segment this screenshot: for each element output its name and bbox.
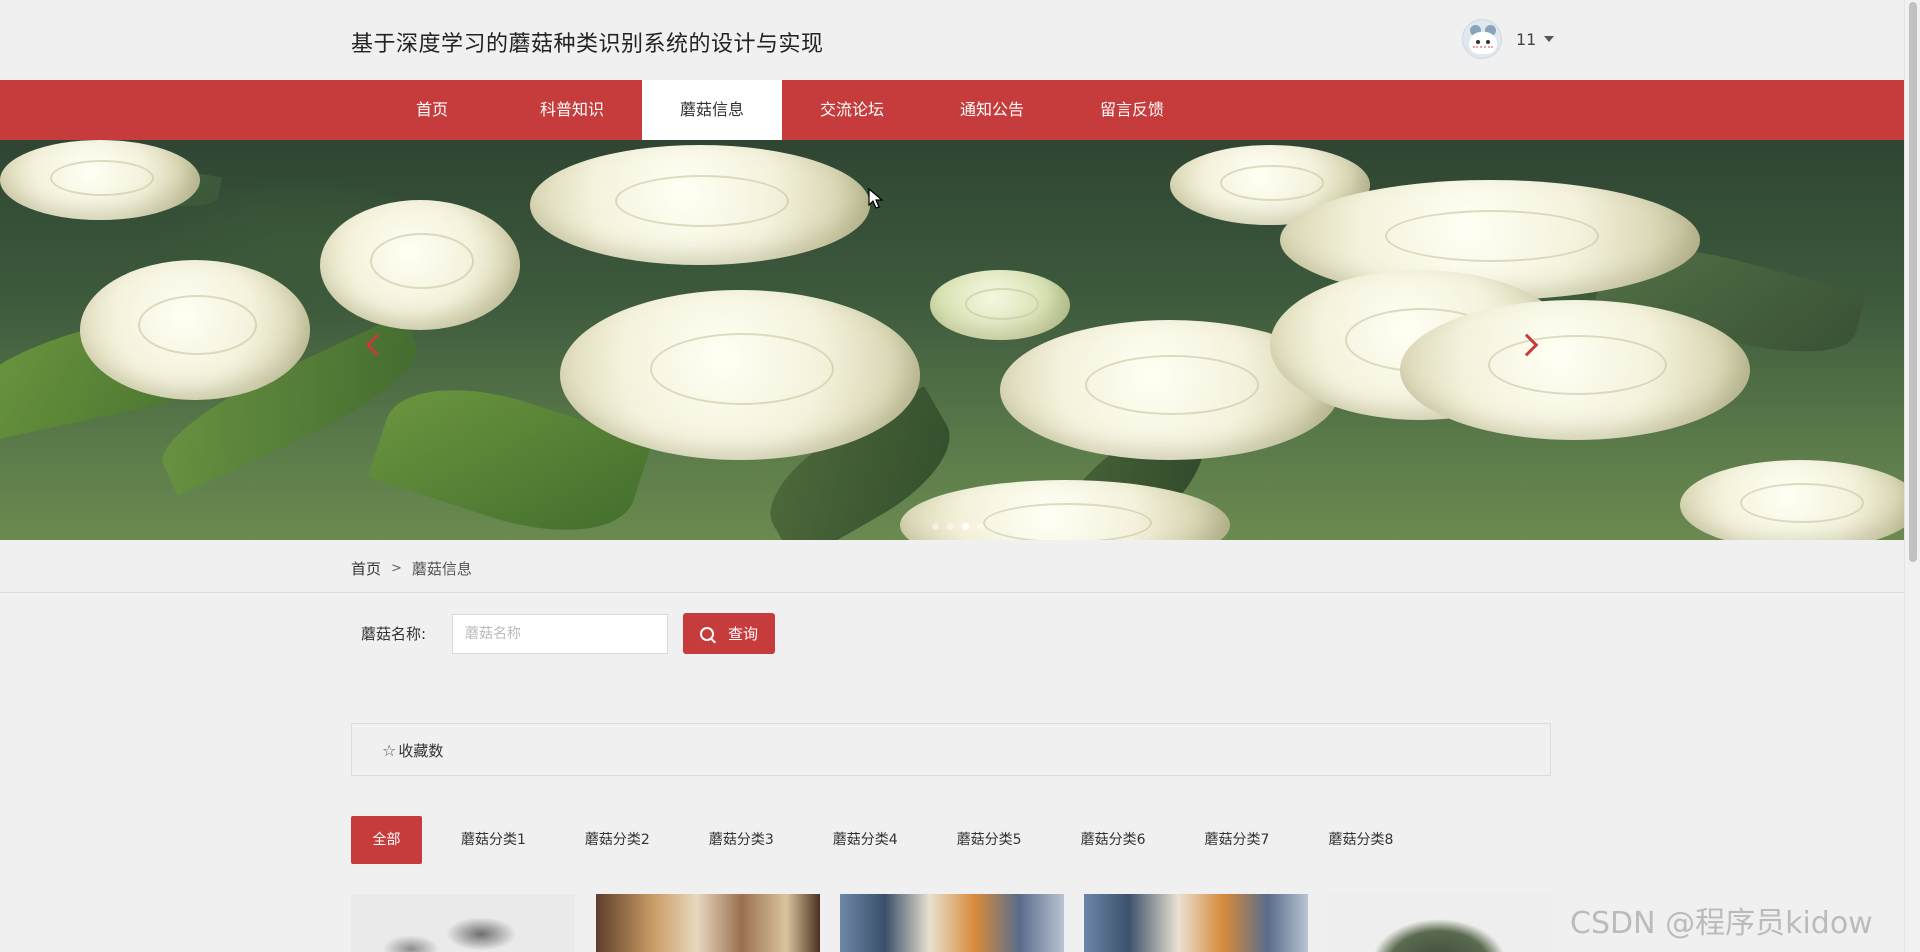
- sort-label: 收藏数: [398, 742, 444, 760]
- category-item[interactable]: 蘑菇分类8: [1308, 816, 1413, 864]
- nav-item-feedback[interactable]: 留言反馈: [1062, 80, 1202, 140]
- category-all[interactable]: 全部: [351, 816, 422, 864]
- category-item[interactable]: 蘑菇分类1: [441, 816, 546, 864]
- category-item[interactable]: 蘑菇分类4: [813, 816, 918, 864]
- nav-item-notice[interactable]: 通知公告: [922, 80, 1062, 140]
- breadcrumb: 首页 > 蘑菇信息: [351, 558, 472, 579]
- mushroom-card-image[interactable]: [1329, 894, 1553, 952]
- banner-carousel[interactable]: [0, 140, 1904, 540]
- site-title: 基于深度学习的蘑菇种类识别系统的设计与实现: [351, 32, 824, 57]
- carousel-dot[interactable]: [977, 523, 984, 530]
- top-header: 基于深度学习的蘑菇种类识别系统的设计与实现 11: [0, 0, 1904, 80]
- search-button-label: 查询: [727, 625, 758, 643]
- mushroom-card-image[interactable]: [840, 894, 1064, 952]
- nav-item-forum[interactable]: 交流论坛: [782, 80, 922, 140]
- breadcrumb-home-link[interactable]: 首页: [351, 558, 381, 579]
- scrollbar-thumb[interactable]: [1909, 2, 1917, 562]
- carousel-prev-arrow[interactable]: [358, 330, 388, 360]
- breadcrumb-separator: >: [391, 561, 402, 576]
- sort-bar: ☆ 收藏数: [351, 723, 1551, 776]
- category-item[interactable]: 蘑菇分类6: [1061, 816, 1166, 864]
- category-item[interactable]: 蘑菇分类5: [937, 816, 1042, 864]
- nav-item-home[interactable]: 首页: [362, 80, 502, 140]
- carousel-dots: [932, 523, 984, 530]
- carousel-dot[interactable]: [932, 523, 939, 530]
- category-item[interactable]: 蘑菇分类2: [565, 816, 670, 864]
- main-nav: 首页 科普知识 蘑菇信息 交流论坛 通知公告 留言反馈: [0, 80, 1904, 140]
- avatar[interactable]: [1462, 19, 1502, 59]
- caret-down-icon[interactable]: [1544, 36, 1555, 42]
- search-label: 蘑菇名称:: [361, 625, 427, 643]
- carousel-dot-active[interactable]: [962, 523, 969, 530]
- star-icon: ☆: [382, 741, 397, 760]
- search-icon: [699, 626, 714, 641]
- mushroom-card-image[interactable]: [351, 894, 575, 952]
- mushroom-card-image[interactable]: [1084, 894, 1308, 952]
- mushroom-name-input[interactable]: [452, 613, 668, 654]
- nav-item-mushroom-info[interactable]: 蘑菇信息: [642, 80, 782, 140]
- mushroom-card-list: [351, 894, 1553, 952]
- search-form: 蘑菇名称: 查询: [361, 613, 775, 654]
- nav-item-science[interactable]: 科普知识: [502, 80, 642, 140]
- category-filter: 全部 蘑菇分类1 蘑菇分类2 蘑菇分类3 蘑菇分类4 蘑菇分类5 蘑菇分类6 蘑…: [351, 816, 1432, 864]
- carousel-dot[interactable]: [947, 523, 954, 530]
- page-scrollbar[interactable]: [1904, 0, 1920, 952]
- mushroom-card-image[interactable]: [596, 894, 820, 952]
- watermark: CSDN @程序员kidow: [1570, 906, 1873, 941]
- category-item[interactable]: 蘑菇分类3: [689, 816, 794, 864]
- category-item[interactable]: 蘑菇分类7: [1185, 816, 1290, 864]
- breadcrumb-current: 蘑菇信息: [411, 560, 472, 578]
- user-menu[interactable]: 11: [1462, 18, 1555, 60]
- user-name[interactable]: 11: [1516, 30, 1536, 49]
- search-button[interactable]: 查询: [683, 613, 775, 654]
- breadcrumb-bar: 首页 > 蘑菇信息: [0, 540, 1904, 593]
- sort-by-favorites[interactable]: ☆ 收藏数: [382, 740, 443, 761]
- carousel-next-arrow[interactable]: [1514, 330, 1544, 360]
